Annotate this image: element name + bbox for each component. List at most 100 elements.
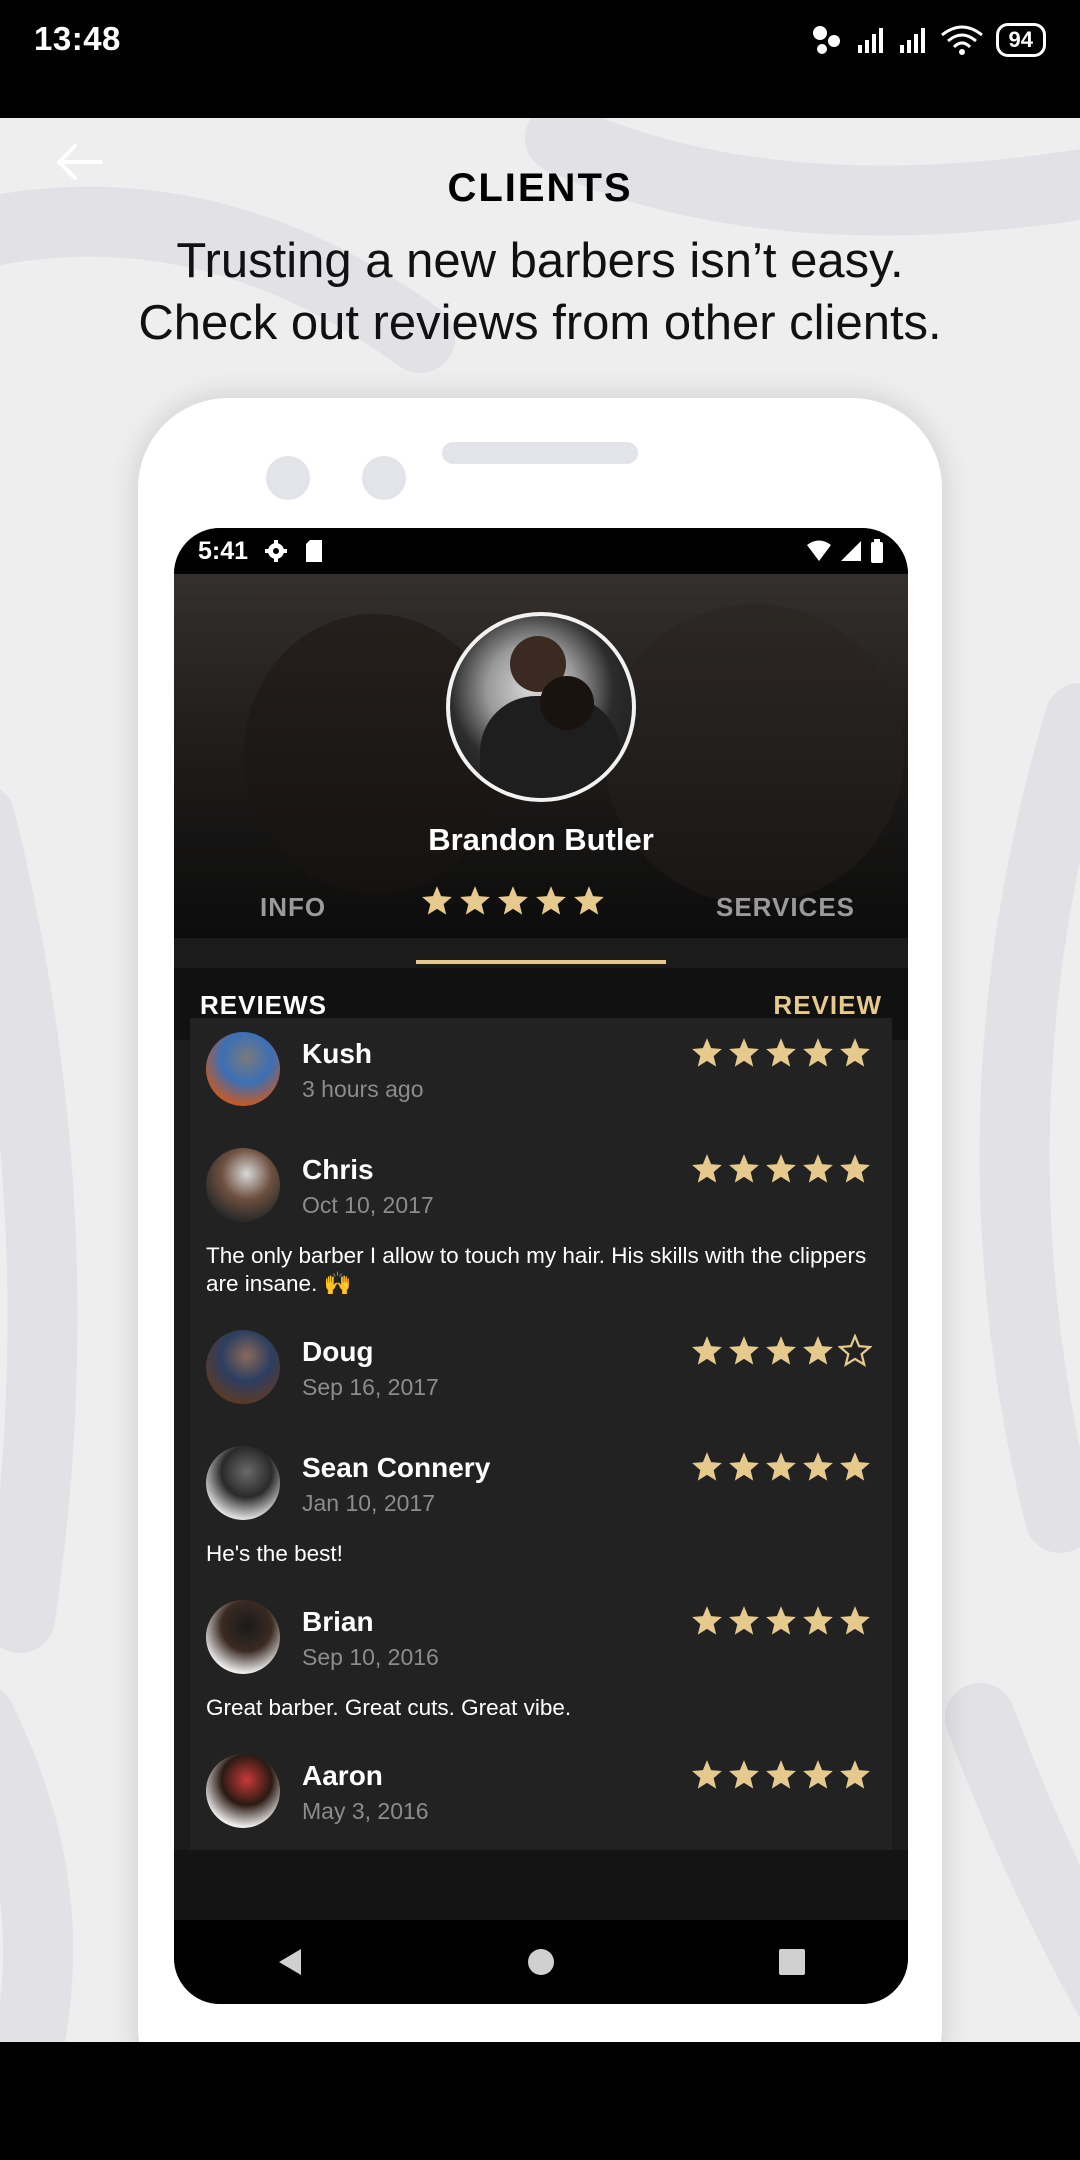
review-text: He's the best! bbox=[206, 1541, 343, 1566]
star-filled-icon bbox=[692, 1452, 722, 1481]
phone-speaker bbox=[442, 442, 638, 464]
nav-back-icon bbox=[279, 1949, 301, 1975]
star-filled-icon bbox=[803, 1760, 833, 1789]
signal-icon bbox=[857, 28, 883, 53]
page-title: CLIENTS bbox=[447, 166, 633, 210]
nav-home-icon bbox=[528, 1949, 554, 1975]
star-filled-icon bbox=[840, 1606, 870, 1635]
star-filled-icon bbox=[729, 1154, 759, 1183]
gear-icon bbox=[265, 540, 288, 562]
status-bar: 13:48 94 bbox=[0, 0, 1080, 118]
write-review-button[interactable]: REVIEW bbox=[773, 990, 882, 1021]
signal-icon-2 bbox=[899, 28, 925, 53]
review-text: The only barber I allow to touch my hair… bbox=[206, 1243, 867, 1296]
nav-home-button[interactable] bbox=[521, 1942, 561, 1982]
star-filled-icon bbox=[692, 1760, 722, 1789]
star-filled-icon bbox=[766, 1760, 796, 1789]
review-rating bbox=[690, 1758, 872, 1792]
star-filled-icon bbox=[729, 1606, 759, 1635]
star-filled-icon bbox=[766, 1038, 796, 1067]
review-rating bbox=[690, 1152, 872, 1186]
reviewer-avatar bbox=[206, 1600, 280, 1674]
reviewer-name: Brian bbox=[302, 1606, 374, 1637]
status-time: 13:48 bbox=[34, 20, 121, 57]
phone-screen: 5:41 Brandon Butler INFO SERVICES REVIEW… bbox=[174, 528, 908, 2004]
star-filled-icon bbox=[766, 1154, 796, 1183]
star-filled-icon bbox=[729, 1452, 759, 1481]
barber-name: Brandon Butler bbox=[428, 822, 654, 857]
barber-avatar bbox=[446, 612, 636, 802]
subtitle-line-1: Trusting a new barbers isn’t easy. bbox=[176, 234, 904, 288]
profile-tabs: INFO SERVICES bbox=[174, 884, 908, 964]
nav-back-button[interactable] bbox=[270, 1942, 310, 1982]
star-filled-icon bbox=[692, 1606, 722, 1635]
star-filled-icon bbox=[692, 1336, 722, 1365]
review-rating bbox=[690, 1334, 872, 1368]
star-filled-icon bbox=[766, 1452, 796, 1481]
phone-mockup: 5:41 Brandon Butler INFO SERVICES REVIEW… bbox=[138, 398, 942, 2042]
star-filled-icon bbox=[840, 1038, 870, 1067]
review-rating bbox=[690, 1450, 872, 1484]
reviewer-name: Sean Connery bbox=[302, 1452, 491, 1483]
star-filled-icon bbox=[692, 1038, 722, 1067]
nav-recents-icon bbox=[779, 1949, 805, 1975]
reviewer-avatar bbox=[206, 1032, 280, 1106]
review-date: Jan 10, 2017 bbox=[302, 1490, 436, 1516]
sd-card-icon bbox=[306, 540, 323, 562]
battery-icon: 94 bbox=[995, 23, 1046, 57]
reviewer-name: Kush bbox=[302, 1038, 372, 1069]
review-date: Oct 10, 2017 bbox=[302, 1192, 434, 1218]
review-date: Sep 10, 2016 bbox=[302, 1644, 439, 1670]
reviewer-avatar bbox=[206, 1148, 280, 1222]
star-filled-icon bbox=[729, 1760, 759, 1789]
phone-camera bbox=[266, 456, 310, 500]
reviews-heading: REVIEWS bbox=[200, 990, 327, 1020]
star-filled-icon bbox=[840, 1760, 870, 1789]
star-filled-icon bbox=[498, 886, 528, 915]
star-filled-icon bbox=[574, 886, 604, 915]
subtitle-line-2: Check out reviews from other clients. bbox=[138, 296, 942, 350]
star-filled-icon bbox=[766, 1606, 796, 1635]
star-empty-icon bbox=[838, 1334, 872, 1368]
review-list: Kush 3 hours ago Chris Oct 10, 2017 The only… bbox=[190, 1018, 892, 1850]
review-date: Sep 16, 2017 bbox=[302, 1374, 439, 1400]
reviewer-name: Aaron bbox=[302, 1760, 383, 1791]
signal-icon bbox=[841, 541, 861, 561]
tab-info[interactable]: INFO bbox=[260, 892, 326, 923]
star-filled-icon bbox=[460, 886, 490, 915]
reviewer-avatar bbox=[206, 1754, 280, 1828]
tab-reviews-stars[interactable] bbox=[420, 884, 606, 918]
tab-services[interactable]: SERVICES bbox=[716, 892, 855, 923]
star-filled-icon bbox=[840, 1452, 870, 1481]
screenshot-content: CLIENTS Trusting a new barbers isn’t eas… bbox=[0, 118, 1080, 2042]
wifi-icon bbox=[807, 540, 831, 561]
star-filled-icon bbox=[729, 1336, 759, 1365]
reviewer-avatar bbox=[206, 1330, 280, 1404]
phone-sensor bbox=[362, 456, 406, 500]
star-filled-icon bbox=[692, 1154, 722, 1183]
notification-dots-icon bbox=[812, 26, 840, 54]
star-filled-icon bbox=[803, 1452, 833, 1481]
review-date: 3 hours ago bbox=[302, 1076, 424, 1102]
star-filled-icon bbox=[766, 1336, 796, 1365]
review-rating bbox=[690, 1036, 872, 1070]
review-rating bbox=[690, 1604, 872, 1638]
star-filled-icon bbox=[803, 1336, 833, 1365]
star-filled-icon bbox=[840, 1154, 870, 1183]
reviewer-name: Chris bbox=[302, 1154, 374, 1185]
wifi-icon bbox=[940, 25, 983, 55]
star-filled-icon bbox=[803, 1606, 833, 1635]
active-tab-indicator bbox=[416, 960, 666, 964]
battery-icon bbox=[871, 539, 883, 563]
nav-recents-button[interactable] bbox=[772, 1942, 812, 1982]
list-bottom-spacer bbox=[174, 1850, 908, 1920]
star-filled-icon bbox=[422, 886, 452, 915]
star-filled-icon bbox=[536, 886, 566, 915]
inner-status-bar: 5:41 bbox=[174, 528, 908, 574]
page-subtitle: Trusting a new barbers isn’t easy. Check… bbox=[0, 230, 1080, 354]
android-nav-bar bbox=[174, 1920, 908, 2004]
reviewer-name: Doug bbox=[302, 1336, 374, 1367]
star-filled-icon bbox=[803, 1154, 833, 1183]
inner-status-time: 5:41 bbox=[198, 536, 249, 565]
bottom-bar bbox=[0, 2042, 1080, 2160]
